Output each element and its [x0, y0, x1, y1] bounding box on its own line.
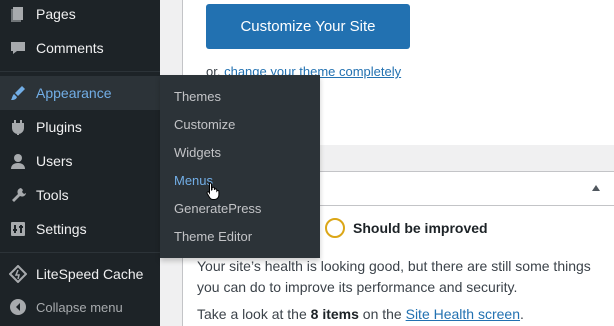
sidebar-item-label: Pages [36, 6, 76, 22]
sidebar-item-users[interactable]: Users [0, 144, 160, 178]
sidebar-item-label: Settings [36, 221, 87, 237]
sidebar-item-label: LiteSpeed Cache [36, 266, 144, 282]
sidebar-separator [0, 71, 160, 72]
submenu-item-menus[interactable]: Menus [160, 167, 320, 195]
submenu-item-themes[interactable]: Themes [160, 83, 320, 111]
status-ring-icon [325, 218, 345, 238]
active-menu-pointer [152, 85, 160, 101]
settings-icon [0, 220, 36, 238]
health-status: Should be improved [325, 218, 488, 238]
sidebar-item-litespeed-cache[interactable]: LiteSpeed Cache [0, 257, 160, 291]
collapse-menu-button[interactable]: Collapse menu [0, 290, 160, 324]
items-count: 8 items [310, 306, 359, 322]
sidebar-item-label: Collapse menu [36, 299, 123, 315]
sidebar-item-appearance[interactable]: Appearance [0, 76, 160, 110]
health-items-line: Take a look at the 8 items on the Site H… [197, 304, 614, 325]
admin-sidebar: Pages Comments Appearance Plugins Users … [0, 0, 160, 326]
site-health-link[interactable]: Site Health screen [406, 306, 520, 322]
sidebar-item-label: Appearance [36, 85, 112, 101]
items-line-mid: on the [362, 306, 402, 322]
sidebar-item-pages[interactable]: Pages [0, 0, 160, 31]
sidebar-item-label: Tools [36, 187, 69, 203]
sidebar-item-plugins[interactable]: Plugins [0, 110, 160, 144]
sidebar-item-label: Users [36, 153, 73, 169]
appearance-icon [0, 84, 36, 102]
submenu-item-widgets[interactable]: Widgets [160, 139, 320, 167]
collapse-toggle-icon[interactable] [592, 185, 600, 191]
litespeed-icon [0, 265, 36, 283]
pages-icon [0, 5, 36, 23]
plugins-icon [0, 118, 36, 136]
sidebar-item-label: Plugins [36, 119, 82, 135]
comments-icon [0, 39, 36, 57]
collapse-icon [0, 298, 36, 316]
wrench-icon [0, 186, 36, 204]
submenu-item-generatepress[interactable]: GeneratePress [160, 195, 320, 223]
sidebar-item-settings[interactable]: Settings [0, 212, 160, 246]
appearance-submenu: Themes Customize Widgets Menus GenerateP… [160, 75, 320, 258]
sidebar-item-tools[interactable]: Tools [0, 178, 160, 212]
sidebar-separator [0, 252, 160, 253]
items-line-end: . [520, 306, 524, 322]
sidebar-item-label: Comments [36, 40, 104, 56]
health-description: Your site’s health is looking good, but … [197, 258, 591, 295]
items-line-prefix: Take a look at the [197, 306, 307, 322]
hand-cursor-icon [206, 182, 220, 200]
users-icon [0, 152, 36, 170]
health-status-label: Should be improved [353, 220, 488, 236]
customize-site-button[interactable]: Customize Your Site [206, 4, 410, 49]
submenu-item-theme-editor[interactable]: Theme Editor [160, 223, 320, 251]
sidebar-item-comments[interactable]: Comments [0, 31, 160, 65]
submenu-item-customize[interactable]: Customize [160, 111, 320, 139]
